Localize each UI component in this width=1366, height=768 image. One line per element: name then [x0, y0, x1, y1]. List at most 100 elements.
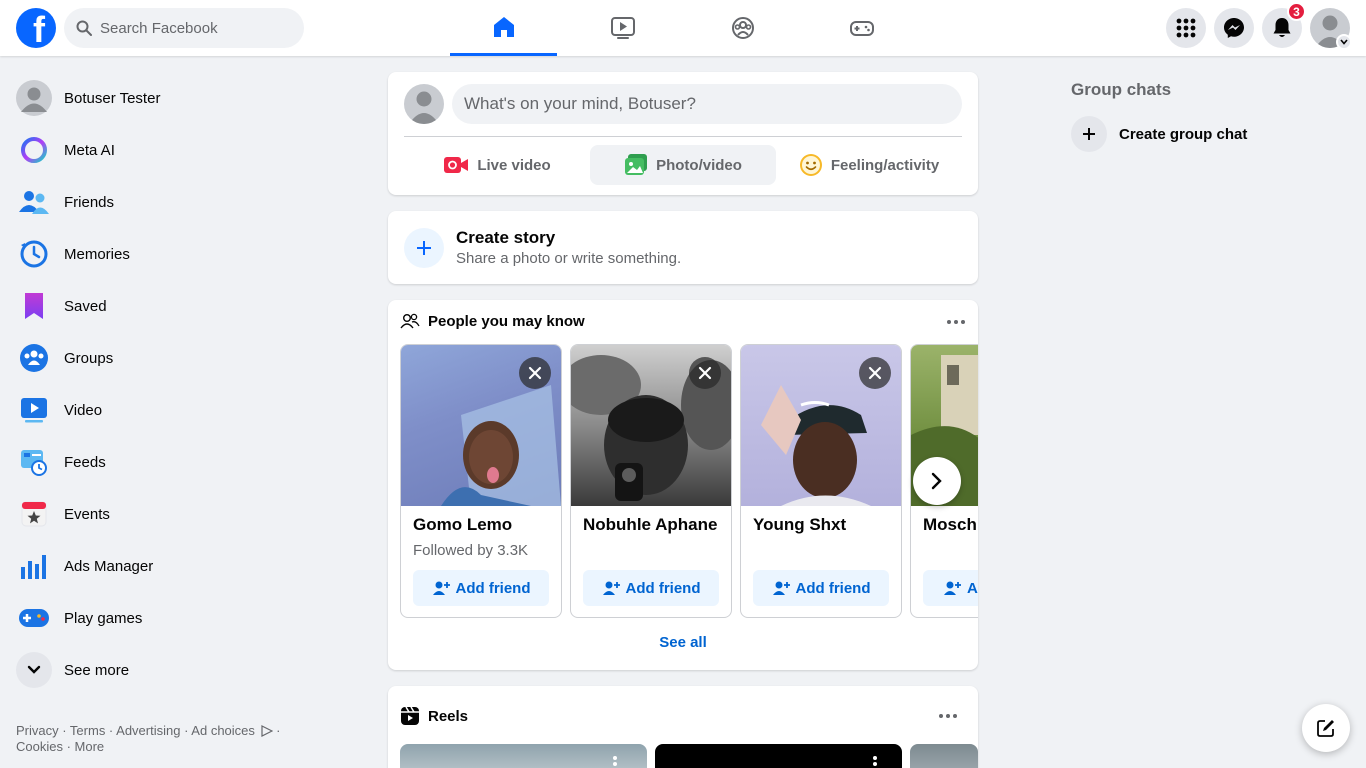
sidebar-item-label: Meta AI — [64, 141, 115, 159]
photo-video-button[interactable]: Photo/video — [590, 145, 776, 185]
search-input[interactable] — [100, 19, 280, 37]
person-card[interactable]: Nobuhle Aphane Add friend — [570, 344, 732, 618]
person-photo[interactable] — [741, 345, 901, 506]
people-icon — [400, 313, 420, 329]
bell-icon — [1273, 18, 1291, 37]
plus-icon — [1071, 116, 1107, 152]
add-friend-icon — [432, 581, 450, 595]
sidebar-item-events[interactable]: Events — [8, 488, 348, 540]
reels-options-button[interactable] — [930, 704, 966, 728]
feeling-activity-button[interactable]: Feeling/activity — [776, 145, 962, 185]
reels-header: Reels — [400, 706, 468, 726]
menu-grid-icon — [1176, 18, 1196, 38]
reels-icon — [401, 706, 419, 725]
group-chats-title: Group chats — [1071, 80, 1172, 99]
person-name[interactable]: Moschi — [923, 515, 978, 535]
sidebar-item-saved[interactable]: Saved — [8, 280, 348, 332]
pymk-options-button[interactable] — [938, 310, 974, 334]
sidebar-item-label: Play games — [64, 609, 143, 627]
see-all-link[interactable]: See all — [388, 634, 978, 651]
create-story-card[interactable]: Create story Share a photo or write some… — [388, 211, 978, 284]
sidebar-item-video[interactable]: Video — [8, 384, 348, 436]
sidebar-item-memories[interactable]: Memories — [8, 228, 348, 280]
tab-video[interactable] — [569, 0, 676, 56]
avatar[interactable] — [404, 84, 444, 124]
person-photo[interactable] — [571, 345, 731, 506]
add-friend-button[interactable]: Add friend — [583, 570, 719, 606]
sidebar-item-label: Friends — [64, 193, 115, 211]
sidebar-item-play-games[interactable]: Play games — [8, 592, 348, 644]
tab-gaming[interactable] — [808, 0, 915, 56]
dismiss-button[interactable] — [689, 357, 721, 389]
reel-options-button[interactable] — [865, 752, 885, 768]
legal-footer: Privacy · Terms · Advertising · Ad choic… — [16, 723, 296, 755]
sidebar-item-label: Ads Manager — [64, 557, 154, 575]
add-friend-button[interactable]: Add friend — [753, 570, 889, 606]
sidebar-item-profile[interactable]: Botuser Tester — [8, 72, 348, 124]
profile-avatar — [16, 80, 52, 116]
menu-button[interactable] — [1166, 8, 1206, 48]
sidebar-item-friends[interactable]: Friends — [8, 176, 348, 228]
reel-thumbnail[interactable] — [400, 744, 647, 768]
add-friend-icon — [602, 581, 620, 595]
chevron-right-icon — [931, 472, 942, 490]
footer-links[interactable]: Privacy · Terms · Advertising · Ad choic… — [16, 723, 255, 738]
play-games-icon — [16, 600, 52, 636]
sidebar-item-meta-ai[interactable]: Meta AI — [8, 124, 348, 176]
person-name[interactable]: Young Shxt — [753, 515, 846, 535]
reel-thumbnail[interactable] — [910, 744, 978, 768]
live-video-button[interactable]: Live video — [404, 145, 590, 185]
create-group-chat-button[interactable]: Create group chat — [1071, 116, 1247, 152]
sidebar-item-label: Events — [64, 505, 110, 523]
sidebar-item-groups[interactable]: Groups — [8, 332, 348, 384]
groups-icon — [731, 17, 754, 39]
ad-choices-icon[interactable] — [260, 725, 273, 737]
reel-options-button[interactable] — [605, 752, 625, 768]
memories-icon — [16, 236, 52, 272]
person-photo[interactable] — [401, 345, 561, 506]
person-meta: Followed by 3.3K — [413, 542, 529, 559]
person-name[interactable]: Gomo Lemo — [413, 515, 512, 535]
carousel-next-button[interactable] — [913, 457, 961, 505]
meta-ai-icon — [16, 132, 52, 168]
chevron-down-icon — [27, 665, 41, 674]
notifications-button[interactable]: 3 — [1262, 2, 1306, 48]
search-box[interactable] — [64, 8, 304, 48]
feeds-icon — [16, 444, 52, 480]
status-input[interactable]: What's on your mind, Botuser? — [452, 84, 962, 124]
top-navigation-bar: f 3 — [0, 0, 1366, 56]
search-icon — [76, 20, 92, 36]
chevron-down-icon — [1340, 39, 1348, 45]
dismiss-button[interactable] — [859, 357, 891, 389]
home-icon — [493, 16, 514, 37]
facebook-logo[interactable]: f — [16, 8, 56, 48]
post-composer: What's on your mind, Botuser? Live video… — [388, 72, 978, 195]
add-friend-button[interactable]: Add friend — [413, 570, 549, 606]
tab-groups[interactable] — [689, 0, 796, 56]
add-friend-icon — [772, 581, 790, 595]
sidebar-item-ads-manager[interactable]: Ads Manager — [8, 540, 348, 592]
dismiss-button[interactable] — [519, 357, 551, 389]
default-avatar-icon — [409, 91, 439, 124]
events-icon — [16, 496, 52, 532]
sidebar-item-label: Saved — [64, 297, 107, 315]
create-story-title: Create story — [456, 228, 556, 247]
saved-icon — [16, 288, 52, 324]
new-message-button[interactable] — [1302, 704, 1350, 752]
sidebar-item-feeds[interactable]: Feeds — [8, 436, 348, 488]
person-card[interactable]: Gomo Lemo Followed by 3.3K Add friend — [400, 344, 562, 618]
video-icon — [610, 17, 635, 39]
tab-home[interactable] — [450, 0, 557, 56]
person-name[interactable]: Nobuhle Aphane — [583, 515, 717, 535]
reel-thumbnail[interactable] — [655, 744, 902, 768]
footer-links-2[interactable]: Cookies · More — [16, 739, 296, 755]
messenger-icon — [1224, 18, 1244, 38]
person-card[interactable]: Young Shxt Add friend — [740, 344, 902, 618]
sidebar-item-see-more[interactable]: See more — [8, 644, 348, 696]
video-icon — [16, 392, 52, 428]
add-friend-button[interactable]: Ac — [923, 570, 978, 606]
messenger-button[interactable] — [1214, 8, 1254, 48]
account-menu-chevron[interactable] — [1336, 34, 1352, 50]
divider — [404, 136, 962, 137]
photo-icon — [625, 154, 648, 175]
